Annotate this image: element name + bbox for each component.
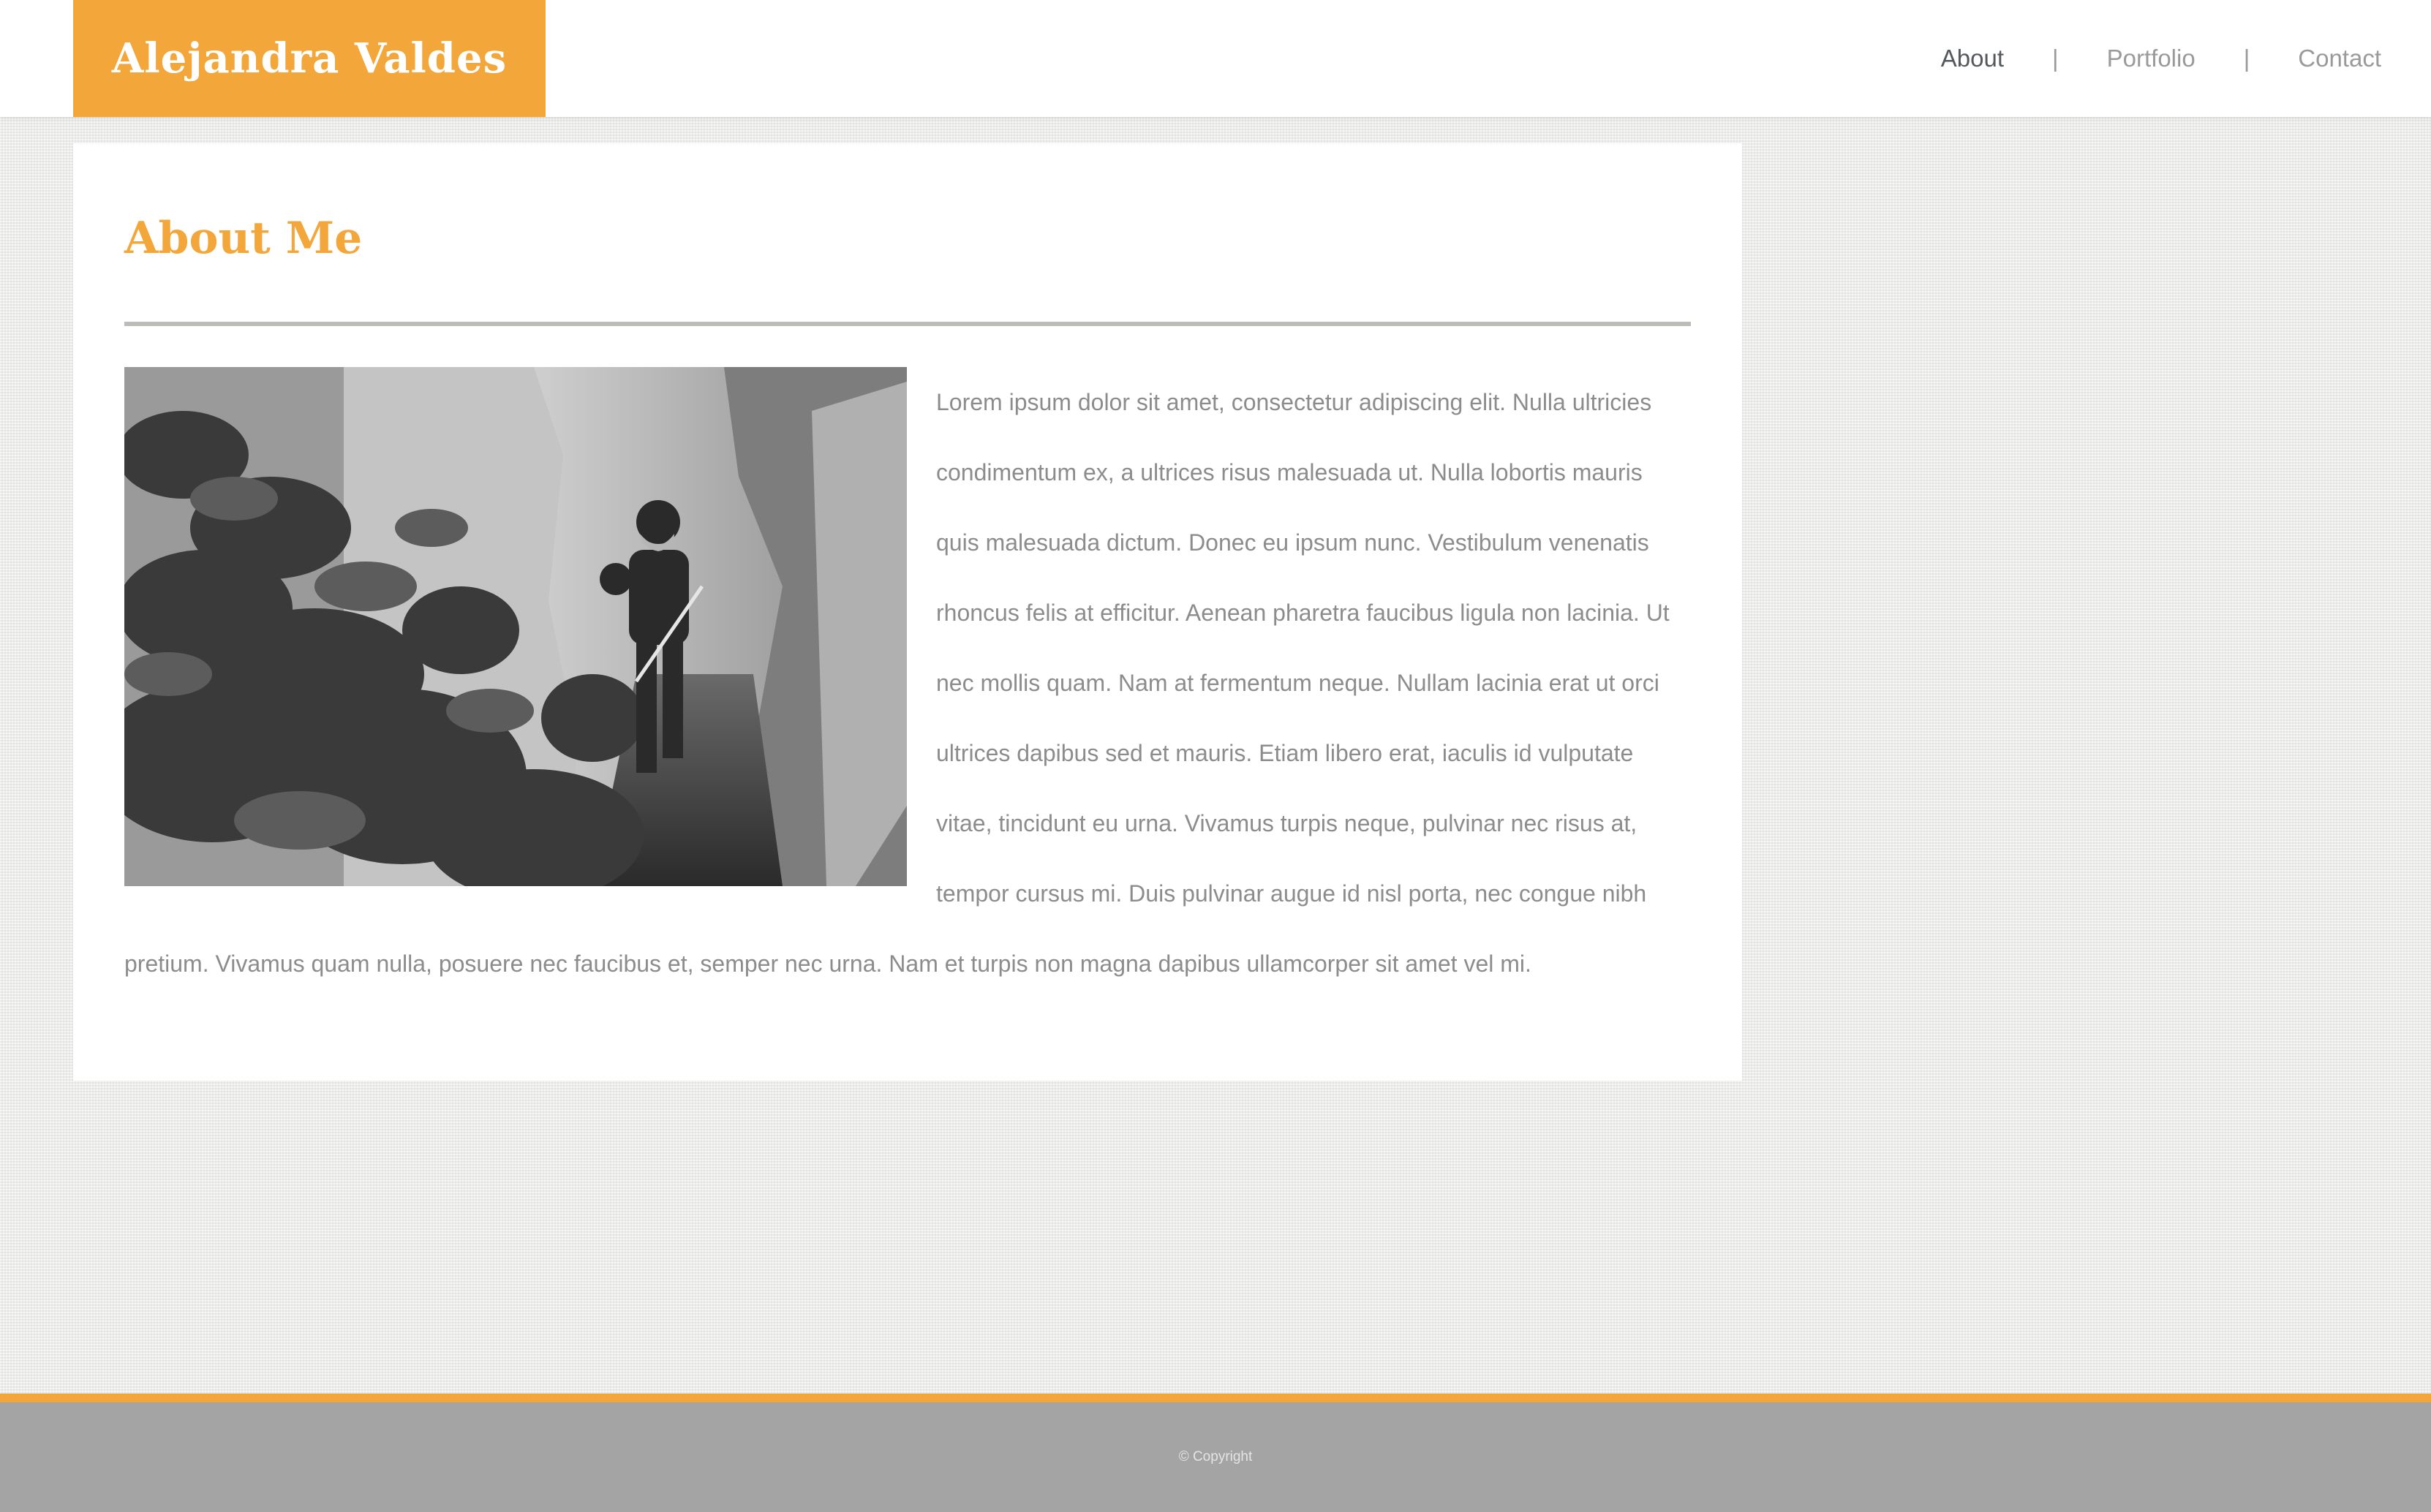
title-divider [124, 322, 1691, 326]
about-content: Lorem ipsum dolor sit amet, consectetur … [124, 367, 1691, 999]
page-title: About Me [124, 213, 363, 264]
profile-photo [124, 367, 907, 886]
main-nav: About | Portfolio | Contact [1941, 0, 2381, 117]
nav-link-about[interactable]: About [1941, 45, 2004, 72]
nav-separator: | [2052, 45, 2059, 72]
site-logo[interactable]: Alejandra Valdes [73, 0, 546, 117]
profile-photo-image [124, 367, 907, 886]
copyright-text: © Copyright [1178, 1449, 1253, 1464]
about-card: About Me Lorem ipsum dolor sit amet, con… [73, 143, 1742, 1081]
nav-link-contact[interactable]: Contact [2298, 45, 2381, 72]
nav-link-portfolio[interactable]: Portfolio [2107, 45, 2196, 72]
nav-separator: | [2243, 45, 2250, 72]
site-footer: © Copyright [0, 1394, 2431, 1512]
site-name: Alejandra Valdes [111, 34, 508, 83]
site-header: Alejandra Valdes About | Portfolio | Con… [0, 0, 2431, 117]
